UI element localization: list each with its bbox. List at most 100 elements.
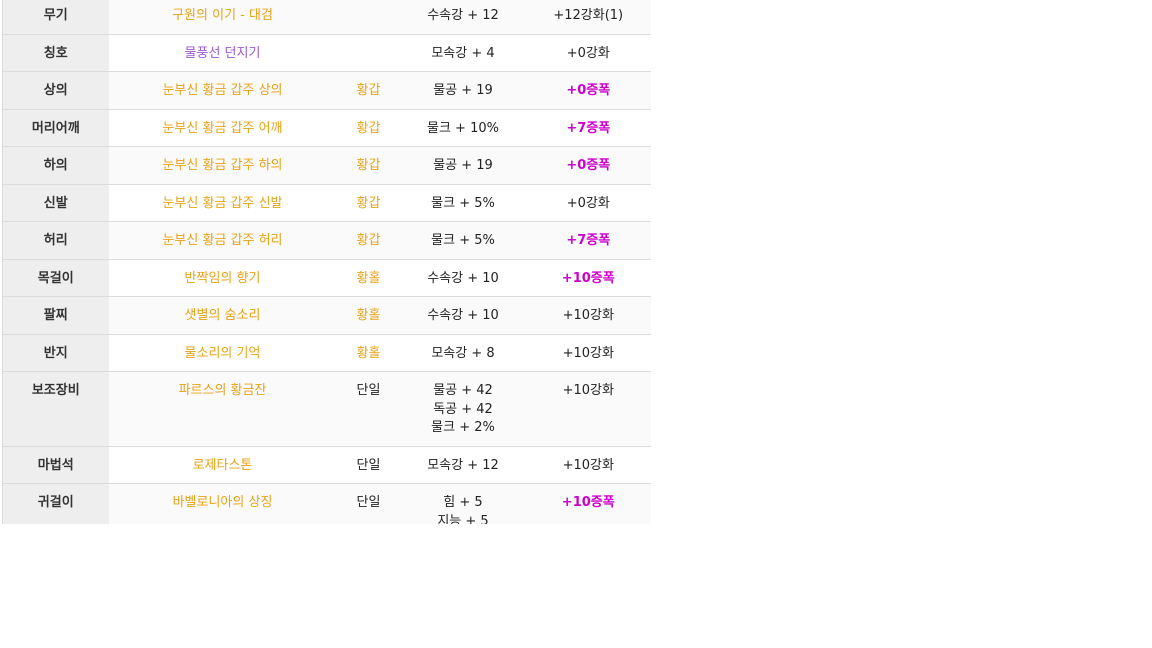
stats-cell: 수속강 + 10 [400,259,526,297]
stat-line: 물크 + 10% [427,120,499,136]
set-label: 황갑 [356,195,381,211]
enhance-label: +0증폭 [566,158,611,173]
item-name-link[interactable]: 로제타스톤 [193,458,253,473]
slot-label: 마법석 [37,457,74,473]
set-label: 황갑 [356,233,381,248]
item-name-link[interactable]: 반짝임의 향기 [185,271,261,286]
equipment-row-1: 칭호 물풍선 던지기 모속강 + 4 +0강화 [2,34,651,72]
stats-cell: 물공 + 19 [400,71,526,110]
stat-line: 물공 + 42 [433,383,493,398]
enhance-cell: +0증폭 [525,71,651,110]
set-label: 황갑 [356,120,381,136]
enhance-cell: +12강화(1) [525,0,651,35]
item-name-link[interactable]: 눈부신 황금 갑주 허리 [162,233,282,248]
stats-cell: 힘 + 5 지능 + 5 [400,483,526,525]
stat-line: 수속강 + 12 [427,8,499,23]
stats-cell: 물공 + 42 독공 + 42 물크 + 2% [400,371,526,447]
stat-line: 물공 + 19 [433,158,493,173]
set-label: 단일 [356,457,381,473]
stats-cell: 물크 + 5% [400,184,526,222]
equipment-row-6: 허리 눈부신 황금 갑주 허리 황갑 물크 + 5% +7증폭 [2,221,651,260]
slot-label: 목걸이 [37,270,74,286]
slot-label: 무기 [43,8,68,23]
set-label: 황홀 [356,308,381,323]
stat-line: 모속강 + 12 [427,457,499,473]
stats-cell: 모속강 + 12 [400,446,526,484]
enhance-label: +10강화 [562,383,614,398]
set-cell: 황홀 [336,334,401,372]
enhance-cell: +10강화 [525,371,651,447]
enhance-label: +0증폭 [566,83,611,98]
set-cell [336,0,401,35]
item-name-cell: 바벨로니아의 상징 [108,483,337,524]
item-name-cell: 물풍선 던지기 [108,34,337,72]
enhance-label: +12강화(1) [553,8,624,23]
set-label: 황갑 [356,158,381,173]
item-name-link[interactable]: 물풍선 던지기 [185,46,261,61]
stats-cell: 물크 + 10% [400,109,526,147]
enhance-cell: +7증폭 [525,221,651,260]
enhance-cell: +10증폭 [525,259,651,297]
item-name-cell: 눈부신 황금 갑주 신발 [108,184,337,222]
item-name-link[interactable]: 눈부신 황금 갑주 신발 [162,196,282,211]
slot-cell: 허리 [2,221,109,260]
item-name-link[interactable]: 파르스의 황금잔 [179,383,267,398]
item-name-cell: 눈부신 황금 갑주 상의 [108,71,337,110]
set-label: 단일 [356,495,381,510]
equipment-table-body: 무기 구원의 이기 - 대검 수속강 + 12 +12강화(1) 칭호 물풍선 … [2,0,651,525]
item-name-cell: 로제타스톤 [108,446,337,484]
stat-line: 지능 + 5 [437,513,489,525]
set-cell: 황갑 [336,71,401,110]
stat-line: 독공 + 42 [433,401,493,417]
equipment-row-4: 하의 눈부신 황금 갑주 하의 황갑 물공 + 19 +0증폭 [2,146,651,185]
set-cell: 황갑 [336,221,401,260]
set-cell: 단일 [336,446,401,484]
item-name-link[interactable]: 바벨로니아의 상징 [173,495,273,510]
stat-line: 수속강 + 10 [427,270,499,286]
stat-line: 물크 + 2% [431,420,495,435]
equipment-row-7: 목걸이 반짝임의 향기 황홀 수속강 + 10 +10증폭 [2,259,651,297]
item-name-link[interactable]: 눈부신 황금 갑주 어깨 [162,121,282,136]
item-name-cell: 물소리의 기억 [108,334,337,372]
slot-label: 신발 [43,195,68,211]
slot-cell: 반지 [2,334,109,372]
slot-label: 귀걸이 [37,495,74,510]
stat-line: 힘 + 5 [443,495,483,510]
set-cell: 황홀 [336,296,401,335]
stat-line: 모속강 + 4 [431,45,495,61]
stats-cell: 모속강 + 4 [400,34,526,72]
equipment-row-8: 팔찌 샛별의 숨소리 황홀 수속강 + 10 +10강화 [2,296,651,335]
item-name-link[interactable]: 샛별의 숨소리 [185,308,261,323]
set-label: 단일 [356,383,381,398]
enhance-label: +7증폭 [566,233,611,248]
item-name-cell: 파르스의 황금잔 [108,371,337,447]
set-label: 황갑 [356,83,381,98]
item-name-cell: 샛별의 숨소리 [108,296,337,335]
equipment-row-12: 귀걸이 바벨로니아의 상징 단일 힘 + 5 지능 + 5 +10증폭 [2,483,651,525]
equipment-table-viewport: 무기 구원의 이기 - 대검 수속강 + 12 +12강화(1) 칭호 물풍선 … [2,0,651,524]
enhance-label: +7증폭 [566,120,611,136]
stat-line: 물크 + 5% [431,195,495,211]
item-name-link[interactable]: 구원의 이기 - 대검 [172,8,273,23]
enhance-label: +10증폭 [561,270,615,286]
set-cell: 황홀 [336,259,401,297]
slot-label: 칭호 [43,45,68,61]
slot-label: 상의 [43,83,68,98]
enhance-cell: +10증폭 [525,483,651,524]
item-name-cell: 눈부신 황금 갑주 어깨 [108,109,337,147]
slot-cell: 마법석 [2,446,109,484]
item-name-link[interactable]: 눈부신 황금 갑주 하의 [162,158,282,173]
slot-label: 보조장비 [31,383,80,398]
enhance-label: +10증폭 [561,495,615,510]
enhance-cell: +0강화 [525,184,651,222]
item-name-link[interactable]: 눈부신 황금 갑주 상의 [162,83,282,98]
stats-cell: 물크 + 5% [400,221,526,260]
slot-cell: 칭호 [2,34,109,72]
stats-cell: 수속강 + 10 [400,296,526,335]
slot-cell: 하의 [2,146,109,185]
item-name-cell: 구원의 이기 - 대검 [108,0,337,35]
stat-line: 모속강 + 8 [431,345,495,361]
slot-cell: 보조장비 [2,371,109,447]
equipment-row-10: 보조장비 파르스의 황금잔 단일 물공 + 42 독공 + 42 물크 + 2% +… [2,371,651,447]
item-name-link[interactable]: 물소리의 기억 [185,346,261,361]
